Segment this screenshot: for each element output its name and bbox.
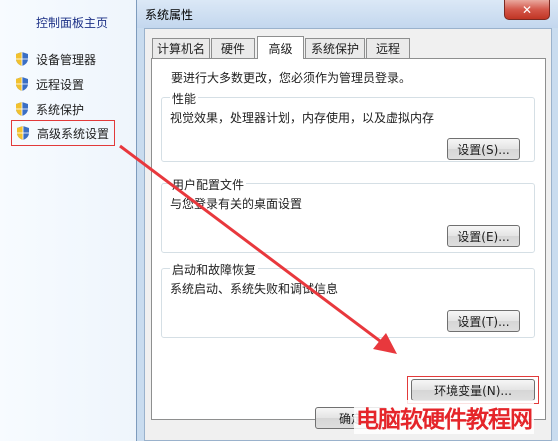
admin-notice: 要进行大多数更改，您必须作为管理员登录。 bbox=[171, 71, 412, 85]
sidebar-item-remote-settings[interactable]: 远程设置 bbox=[14, 73, 84, 95]
dialog-title: 系统属性 bbox=[145, 8, 194, 22]
sidebar-item-label: 设备管理器 bbox=[36, 52, 97, 67]
user-profiles-settings-button[interactable]: 设置(E)... bbox=[447, 225, 520, 247]
performance-settings-button[interactable]: 设置(S)... bbox=[447, 138, 520, 160]
close-button[interactable]: ✕ bbox=[504, 0, 550, 20]
tab-remote[interactable]: 远程 bbox=[366, 38, 410, 58]
tab-computer-name[interactable]: 计算机名 bbox=[152, 38, 210, 58]
close-icon: ✕ bbox=[521, 2, 533, 17]
tab-hardware[interactable]: 硬件 bbox=[211, 38, 255, 58]
control-panel-sidebar: 控制面板主页 设备管理器 远程设置 系统保护 高级系统设置 bbox=[0, 0, 140, 441]
uac-shield-icon bbox=[16, 77, 28, 91]
environment-variables-button[interactable]: 环境变量(N)... bbox=[411, 379, 535, 401]
sidebar-item-label: 系统保护 bbox=[36, 102, 85, 117]
group-title: 启动和故障恢复 bbox=[170, 261, 259, 278]
group-title: 性能 bbox=[170, 90, 199, 107]
group-description: 系统启动、系统失败和调试信息 bbox=[170, 282, 339, 296]
control-panel-home-link[interactable]: 控制面板主页 bbox=[36, 14, 108, 31]
sidebar-item-device-manager[interactable]: 设备管理器 bbox=[14, 48, 96, 70]
uac-shield-icon bbox=[17, 126, 29, 140]
sidebar-item-label: 远程设置 bbox=[36, 77, 85, 92]
sidebar-item-advanced-system-settings[interactable]: 高级系统设置 bbox=[11, 120, 116, 146]
uac-shield-icon bbox=[16, 52, 28, 66]
group-title: 用户配置文件 bbox=[170, 176, 247, 193]
sidebar-item-label: 高级系统设置 bbox=[37, 126, 110, 141]
uac-shield-icon bbox=[16, 102, 28, 116]
tab-advanced[interactable]: 高级 bbox=[257, 36, 304, 59]
tab-system-protection[interactable]: 系统保护 bbox=[305, 38, 365, 58]
sidebar-item-system-protection[interactable]: 系统保护 bbox=[14, 98, 84, 120]
dialog-titlebar[interactable]: 系统属性 ✕ bbox=[137, 0, 558, 28]
site-watermark: 电脑软硬件教程网 bbox=[354, 400, 534, 434]
startup-recovery-settings-button[interactable]: 设置(T)... bbox=[447, 310, 520, 332]
group-description: 视觉效果，处理器计划，内存使用，以及虚拟内存 bbox=[170, 111, 435, 125]
group-description: 与您登录有关的桌面设置 bbox=[170, 197, 303, 211]
dialog-client-area: 计算机名 硬件 高级 系统保护 远程 要进行大多数更改，您必须作为管理员登录。 … bbox=[144, 28, 552, 441]
system-properties-dialog: 系统属性 ✕ 计算机名 硬件 高级 系统保护 远程 要进行大多数更改，您必须作为… bbox=[136, 0, 558, 441]
